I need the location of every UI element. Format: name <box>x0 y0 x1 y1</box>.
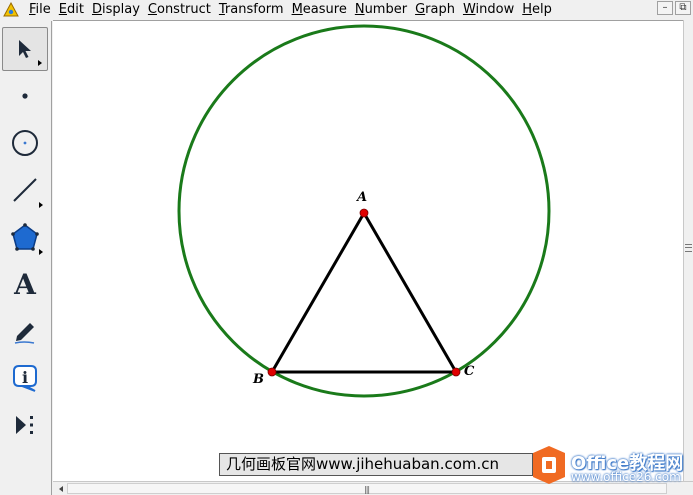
menu-help-label: elp <box>532 2 552 17</box>
menu-graph-label: raph <box>425 2 455 17</box>
polygon-tool-submenu-indicator[interactable] <box>39 249 43 255</box>
point-a[interactable] <box>359 208 369 218</box>
menu-file[interactable]: File <box>25 0 55 19</box>
menu-help[interactable]: Help <box>518 0 556 19</box>
scroll-left-arrow-icon[interactable] <box>59 486 63 492</box>
point-tool[interactable] <box>2 74 48 118</box>
menu-transform-label: ransform <box>224 2 284 17</box>
menu-display-label: isplay <box>101 2 140 17</box>
custom-tool-icon <box>16 416 33 434</box>
text-tool[interactable]: A <box>2 262 48 306</box>
information-tool[interactable]: i <box>2 356 48 400</box>
menu-measure-label: easure <box>302 2 347 17</box>
custom-tool[interactable] <box>2 403 48 447</box>
point-a-label[interactable]: A <box>357 190 367 205</box>
office-logo-icon <box>533 446 565 484</box>
compass-tool[interactable] <box>2 121 48 165</box>
segment-ac[interactable] <box>362 212 458 373</box>
menu-window[interactable]: Window <box>459 0 518 19</box>
toolbox: A i <box>0 21 52 495</box>
menu-measure[interactable]: Measure <box>288 0 351 19</box>
menu-transform[interactable]: Transform <box>215 0 288 19</box>
menu-display[interactable]: Display <box>88 0 144 19</box>
compass-circle-icon <box>12 130 38 156</box>
construction-drawing <box>177 24 551 398</box>
point-b[interactable] <box>267 367 277 377</box>
point-c-label[interactable]: C <box>464 364 474 379</box>
pentagon-icon <box>11 223 39 251</box>
menu-number-mnemonic: N <box>354 2 365 17</box>
menu-number-label: umber <box>364 2 408 17</box>
app-icon[interactable] <box>3 1 19 18</box>
menu-help-mnemonic: H <box>522 2 533 17</box>
menu-construct[interactable]: Construct <box>144 0 215 19</box>
menu-edit[interactable]: Edit <box>55 0 88 19</box>
marker-tool[interactable] <box>2 309 48 353</box>
point-b-label[interactable]: B <box>253 372 264 387</box>
vertical-scrollbar[interactable] <box>683 20 693 481</box>
line-segment-icon <box>13 178 37 202</box>
arrow-tool[interactable] <box>2 27 48 71</box>
polygon-tool[interactable] <box>2 215 48 259</box>
menu-construct-label: onstruct <box>156 2 211 17</box>
info-glyph: i <box>22 368 28 387</box>
document-window-controls: – ⧉ <box>657 1 691 15</box>
menu-file-label: ile <box>35 2 51 17</box>
menu-edit-label: dit <box>67 2 84 17</box>
office-logo-url: www.office26.com <box>571 470 681 484</box>
point-c[interactable] <box>451 367 461 377</box>
menu-window-mnemonic: W <box>462 2 476 17</box>
segment-ab[interactable] <box>270 212 366 373</box>
info-icon: i <box>13 365 37 392</box>
menu-graph-mnemonic: G <box>415 2 426 17</box>
menu-bar: File Edit Display Construct Transform Me… <box>0 0 693 19</box>
arrow-pointer-icon <box>19 40 31 58</box>
menu-number[interactable]: Number <box>351 0 411 19</box>
menu-window-label: indow <box>475 2 515 17</box>
menu-measure-mnemonic: M <box>291 2 303 17</box>
menu-graph[interactable]: Graph <box>411 0 459 19</box>
scroll-thumb-grip-icon: ||| <box>364 485 370 494</box>
straightedge-tool[interactable] <box>2 168 48 212</box>
menu-display-mnemonic: D <box>91 2 102 17</box>
pen-icon <box>14 323 35 344</box>
sketchpad-window: File Edit Display Construct Transform Me… <box>0 0 693 495</box>
point-icon <box>22 93 28 99</box>
straightedge-tool-submenu-indicator[interactable] <box>39 202 43 208</box>
restore-button[interactable]: ⧉ <box>675 1 691 15</box>
minimize-button[interactable]: – <box>657 1 673 15</box>
vertical-scroll-grip[interactable] <box>685 244 692 252</box>
arrow-tool-submenu-indicator[interactable] <box>38 60 42 66</box>
site-watermark: 几何画板官网www.jihehuaban.com.cn <box>219 453 533 476</box>
menu-construct-mnemonic: C <box>147 2 157 17</box>
sketch-canvas[interactable]: A B C <box>53 20 683 481</box>
office-logo-watermark: Office教程网 www.office26.com <box>529 443 693 487</box>
text-a-icon: A <box>14 267 36 301</box>
menu-edit-mnemonic: E <box>58 2 67 17</box>
